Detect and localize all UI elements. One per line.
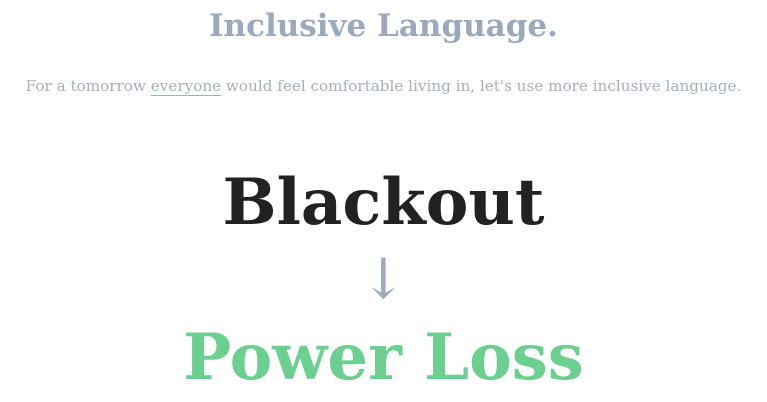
tagline: For a tomorrow everyone would feel comfo… [0,75,767,97]
page-title: Inclusive Language. [209,8,558,44]
page: Inclusive Language. For a tomorrow every… [0,0,767,402]
tagline-text-after: would feel comfortable living in, let's … [221,77,742,95]
everyone-link[interactable]: everyone [150,77,222,96]
tagline-text-before: For a tomorrow [25,77,151,95]
down-arrow-icon: ↓ [360,247,407,312]
new-term: Power Loss [183,320,584,395]
old-term: Blackout [222,165,545,240]
